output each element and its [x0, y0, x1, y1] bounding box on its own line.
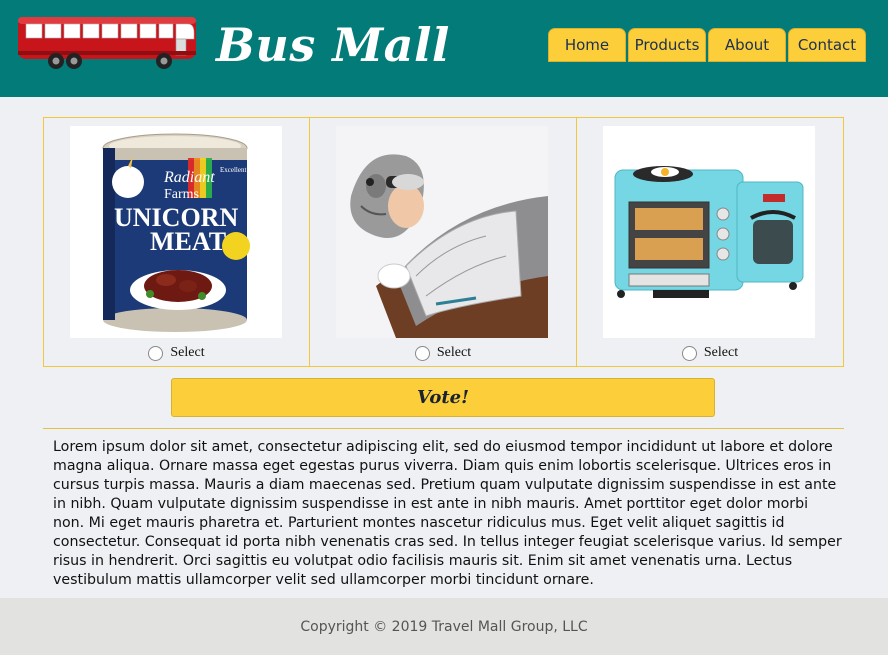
- can-brand-2: Farms: [164, 187, 199, 202]
- main-nav: Home Products About Contact: [548, 28, 868, 62]
- select-option-1: Select: [44, 345, 309, 361]
- product-choices: Radiant Farms Excellent Source of Sparkl…: [43, 117, 844, 367]
- select-label-2: Select: [436, 345, 472, 360]
- select-option-2: Select: [310, 345, 576, 361]
- product-card-1: Radiant Farms Excellent Source of Sparkl…: [43, 117, 310, 367]
- nav-home[interactable]: Home: [548, 28, 626, 62]
- select-label-3: Select: [703, 345, 739, 360]
- copyright-text: Copyright © 2019 Travel Mall Group, LLC: [300, 618, 588, 635]
- select-radio-1[interactable]: [148, 345, 164, 361]
- nav-products[interactable]: Products: [628, 28, 706, 62]
- bus-logo-icon: [18, 17, 196, 69]
- description-text: Lorem ipsum dolor sit amet, consectetur …: [53, 439, 842, 588]
- nav-contact[interactable]: Contact: [788, 28, 866, 62]
- site-footer: Copyright © 2019 Travel Mall Group, LLC: [0, 598, 888, 655]
- product-card-3: Select: [577, 117, 844, 367]
- can-title-2: MEAT: [150, 227, 226, 256]
- vote-button[interactable]: Vote!: [171, 378, 715, 417]
- can-side-text: Excellent Source of Sparkles: [220, 166, 282, 174]
- select-radio-2[interactable]: [414, 345, 430, 361]
- sleeping-bag-image: [336, 126, 548, 338]
- select-label-1: Select: [170, 345, 205, 360]
- select-option-3: Select: [577, 345, 843, 361]
- select-radio-3[interactable]: [681, 345, 697, 361]
- site-title: Bus Mall: [216, 18, 450, 72]
- can-brand-1: Radiant: [163, 169, 215, 186]
- nav-about[interactable]: About: [708, 28, 786, 62]
- breakfast-maker-image: [603, 126, 815, 338]
- site-header: Bus Mall Home Products About Contact: [0, 0, 888, 97]
- divider: [43, 428, 844, 429]
- unicorn-meat-image: Radiant Farms Excellent Source of Sparkl…: [70, 126, 282, 338]
- product-card-2: Select: [310, 117, 577, 367]
